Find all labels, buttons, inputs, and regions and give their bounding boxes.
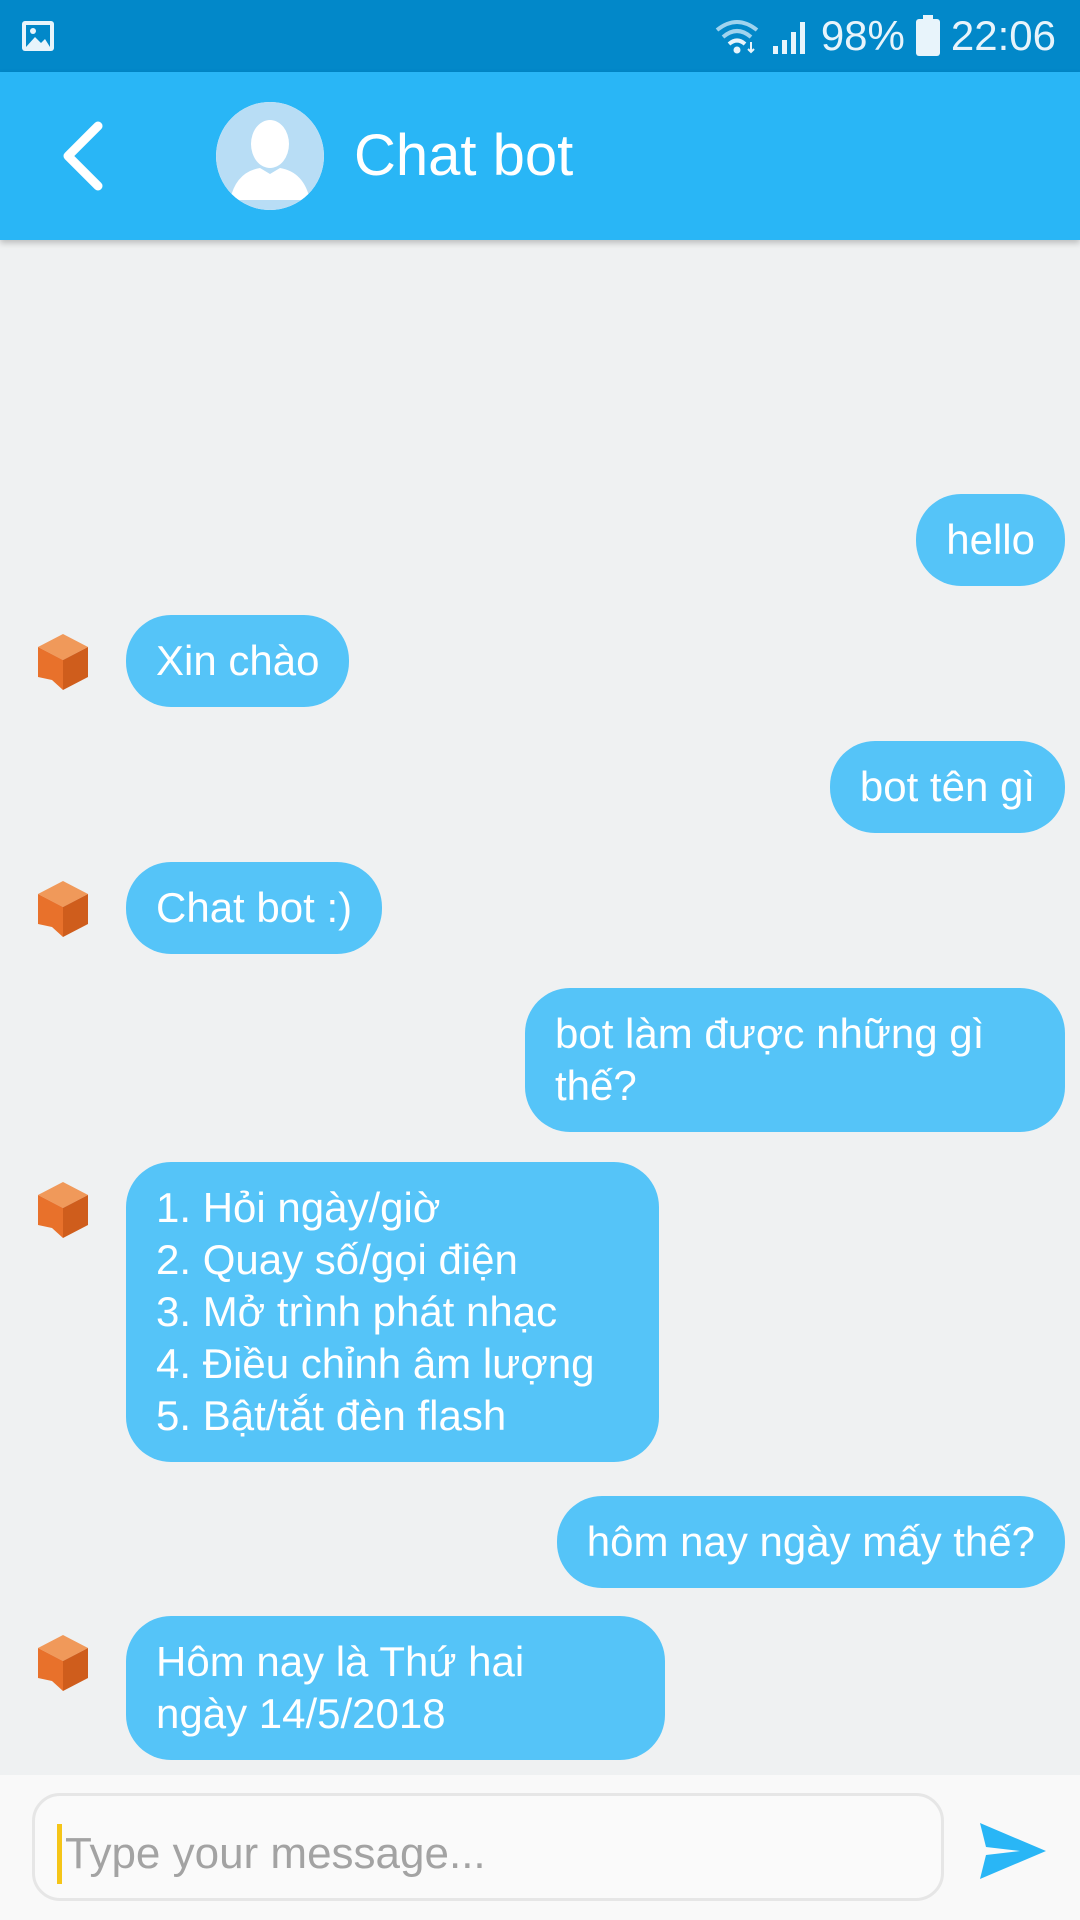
message-input-placeholder: Type your message...: [65, 1829, 486, 1878]
gallery-notification-icon: [22, 21, 54, 51]
user-message-bubble: bot làm được những gì thế?: [525, 988, 1065, 1132]
bot-cube-icon: [38, 634, 88, 690]
back-button[interactable]: [40, 112, 128, 200]
battery-percent: 98%: [820, 12, 905, 59]
bot-cube-icon: [38, 881, 88, 937]
user-message-bubble: bot tên gì: [829, 741, 1065, 833]
status-bar: 98% 22:06: [0, 0, 1080, 72]
status-indicators: 98% 22:06: [713, 0, 1056, 72]
message-input[interactable]: Type your message...: [32, 1793, 944, 1901]
send-icon: [980, 1823, 1046, 1879]
bot-message-bubble: 1. Hỏi ngày/giờ 2. Quay số/gọi điện 3. M…: [126, 1162, 659, 1462]
bot-message-bubble: Chat bot :): [126, 862, 383, 954]
user-message-bubble: hôm nay ngày mấy thế?: [556, 1496, 1065, 1588]
battery-icon: [915, 15, 940, 56]
send-button[interactable]: [978, 1821, 1048, 1881]
avatar[interactable]: [216, 102, 324, 210]
chat-title: Chat bot: [354, 123, 574, 188]
message-list[interactable]: hello Xin chào bot tên gì Chat bot :) bo…: [0, 240, 1080, 1775]
wifi-icon: [715, 20, 759, 54]
bot-message-bubble: Hôm nay là Thứ hai ngày 14/5/2018: [126, 1616, 665, 1760]
bot-message-bubble: Xin chào: [126, 615, 350, 707]
text-cursor: [57, 1824, 62, 1884]
signal-icon: [772, 22, 805, 54]
bot-cube-icon: [38, 1635, 88, 1691]
app-bar: Chat bot: [0, 72, 1080, 240]
person-avatar-icon: [216, 102, 324, 210]
bot-cube-icon: [38, 1182, 88, 1238]
chevron-left-icon: [63, 121, 103, 191]
user-message-bubble: hello: [916, 494, 1065, 586]
composer-bar: Type your message...: [0, 1775, 1080, 1920]
clock: 22:06: [950, 12, 1056, 59]
